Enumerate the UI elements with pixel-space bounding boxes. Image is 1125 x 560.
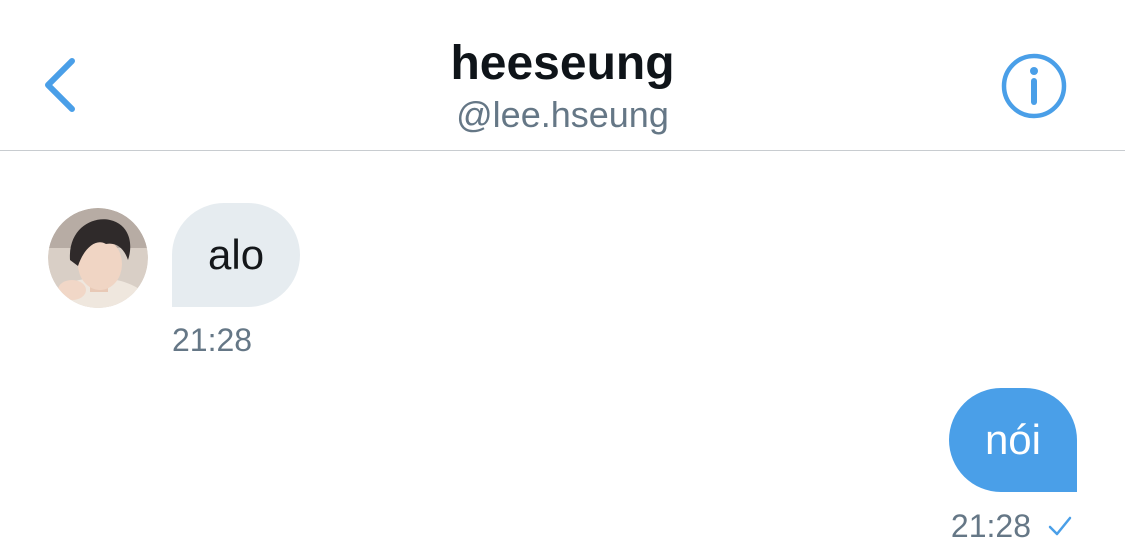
info-circle-icon <box>1001 53 1067 119</box>
message-timestamp-incoming: 21:28 <box>172 322 253 358</box>
info-button[interactable] <box>998 50 1070 122</box>
message-bubble-outgoing[interactable]: nói <box>948 388 1077 492</box>
message-timestamp-outgoing: 21:28 <box>950 507 1031 544</box>
dm-conversation-screen: heeseung @lee.hseung alo 21:28 nói 21:28 <box>0 0 1125 560</box>
conversation-header: heeseung @lee.hseung <box>0 0 1125 151</box>
message-meta-outgoing: 21:28 <box>951 504 1073 548</box>
avatar[interactable] <box>48 208 148 308</box>
avatar-photo <box>48 208 148 308</box>
check-icon <box>1047 515 1073 537</box>
conversation-handle: @lee.hseung <box>456 94 669 135</box>
conversation-title[interactable]: heeseung <box>0 34 1125 94</box>
message-bubble-incoming[interactable]: alo <box>172 203 301 307</box>
